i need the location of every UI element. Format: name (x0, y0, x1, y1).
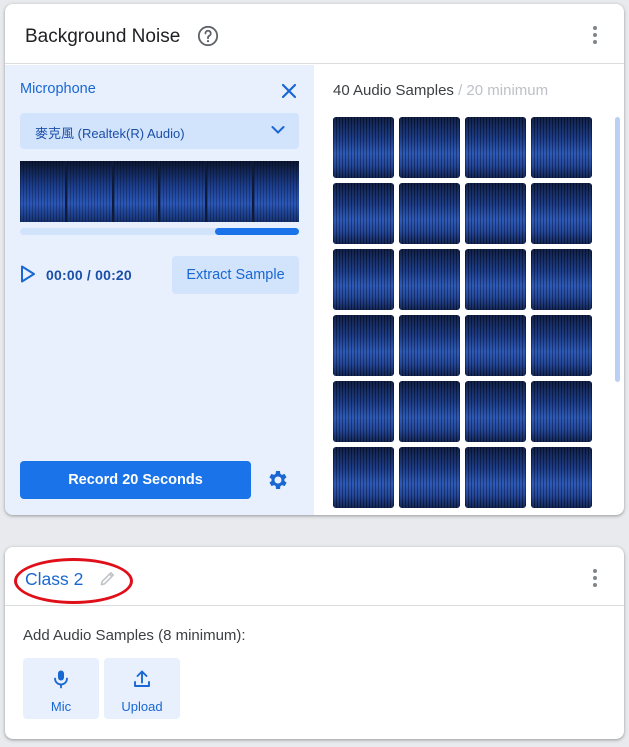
close-icon[interactable] (281, 83, 297, 99)
playback-progress[interactable] (20, 228, 299, 235)
playback-progress-fill (215, 228, 299, 235)
samples-grid (333, 117, 595, 515)
sample-thumbnail[interactable] (399, 183, 460, 244)
sample-thumbnail[interactable] (399, 249, 460, 310)
more-vert-icon[interactable] (592, 26, 598, 46)
upload-button-label: Upload (121, 699, 163, 714)
samples-scrollbar-thumb[interactable] (615, 117, 620, 382)
help-circle-icon[interactable] (197, 25, 219, 47)
sample-thumbnail[interactable] (333, 381, 394, 442)
sample-thumbnail[interactable] (465, 381, 526, 442)
microphone-label: Microphone (20, 81, 96, 97)
waveform-segment (113, 161, 159, 222)
time-separator: / (86, 267, 91, 283)
sample-thumbnail[interactable] (399, 315, 460, 376)
samples-scrollbar[interactable] (615, 117, 620, 512)
sample-thumbnail[interactable] (465, 183, 526, 244)
upload-button[interactable]: Upload (104, 658, 180, 719)
annotation-circle (14, 558, 133, 604)
play-icon[interactable] (20, 265, 36, 283)
waveform-segment (160, 161, 206, 222)
waveform-segment (207, 161, 253, 222)
record-button[interactable]: Record 20 Seconds (20, 461, 251, 499)
extract-sample-button[interactable]: Extract Sample (172, 256, 299, 294)
time-total: 00:20 (95, 267, 132, 283)
background-noise-card: Background Noise Microphone 麥克風 (Realtek… (5, 4, 624, 515)
time-current: 00:00 (46, 267, 83, 283)
waveform-segment (66, 161, 112, 222)
chevron-down-icon (271, 126, 285, 134)
waveform-preview (20, 161, 299, 222)
mic-button[interactable]: Mic (23, 658, 99, 719)
sample-thumbnail[interactable] (465, 447, 526, 508)
sample-thumbnail[interactable] (465, 117, 526, 178)
microphone-panel: Microphone 麥克風 (Realtek(R) Audio) 00:00 … (5, 65, 314, 515)
sample-thumbnail[interactable] (399, 447, 460, 508)
samples-minimum: / 20 minimum (458, 82, 549, 99)
class-card: Class 2 Add Audio Samples (8 minimum): M… (5, 547, 624, 739)
sample-thumbnail[interactable] (531, 381, 592, 442)
sample-thumbnail[interactable] (333, 447, 394, 508)
add-samples-label: Add Audio Samples (8 minimum): (23, 627, 246, 644)
more-vert-icon[interactable] (592, 569, 598, 589)
playback-time: 00:00 / 00:20 (46, 267, 132, 283)
card-header: Class 2 (5, 547, 624, 606)
sample-thumbnail[interactable] (531, 315, 592, 376)
waveform-segment (20, 161, 65, 222)
sample-thumbnail[interactable] (333, 183, 394, 244)
mic-icon (54, 670, 68, 689)
sample-thumbnail[interactable] (399, 117, 460, 178)
sample-thumbnail[interactable] (333, 117, 394, 178)
device-select[interactable]: 麥克風 (Realtek(R) Audio) (20, 113, 299, 149)
sample-thumbnail[interactable] (333, 315, 394, 376)
upload-icon (134, 670, 150, 687)
sample-thumbnail[interactable] (531, 447, 592, 508)
waveform-segment (254, 161, 299, 222)
device-select-value: 麥克風 (Realtek(R) Audio) (35, 126, 185, 141)
class-title: Background Noise (25, 26, 181, 47)
mic-button-label: Mic (50, 699, 72, 714)
sample-thumbnail[interactable] (399, 381, 460, 442)
sample-thumbnail[interactable] (531, 183, 592, 244)
sample-thumbnail[interactable] (333, 249, 394, 310)
gear-icon[interactable] (266, 468, 290, 492)
sample-thumbnail[interactable] (465, 315, 526, 376)
sample-thumbnail[interactable] (531, 117, 592, 178)
sample-thumbnail[interactable] (465, 249, 526, 310)
samples-header: 40 Audio Samples / 20 minimum (333, 82, 548, 99)
samples-count: 40 Audio Samples (333, 82, 454, 99)
sample-thumbnail[interactable] (531, 249, 592, 310)
card-header: Background Noise (5, 4, 624, 64)
